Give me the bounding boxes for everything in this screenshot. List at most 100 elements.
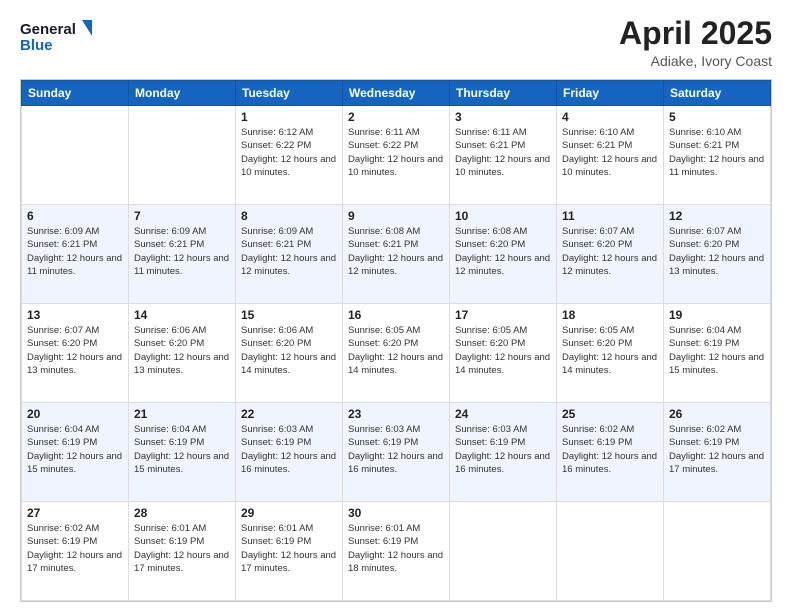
day-info: Sunrise: 6:01 AM Sunset: 6:19 PM Dayligh… bbox=[241, 522, 337, 575]
day-info: Sunrise: 6:04 AM Sunset: 6:19 PM Dayligh… bbox=[27, 423, 123, 476]
day-info: Sunrise: 6:01 AM Sunset: 6:19 PM Dayligh… bbox=[348, 522, 444, 575]
col-header-thursday: Thursday bbox=[450, 81, 557, 106]
calendar-cell bbox=[664, 502, 771, 601]
calendar-cell: 26 Sunrise: 6:02 AM Sunset: 6:19 PM Dayli… bbox=[664, 403, 771, 502]
calendar-cell: 2 Sunrise: 6:11 AM Sunset: 6:22 PM Daylig… bbox=[343, 106, 450, 205]
calendar-cell: 15 Sunrise: 6:06 AM Sunset: 6:20 PM Dayli… bbox=[236, 304, 343, 403]
day-info: Sunrise: 6:07 AM Sunset: 6:20 PM Dayligh… bbox=[562, 225, 658, 278]
day-info: Sunrise: 6:03 AM Sunset: 6:19 PM Dayligh… bbox=[241, 423, 337, 476]
logo-svg: General Blue bbox=[20, 16, 92, 58]
day-number: 20 bbox=[27, 407, 123, 421]
day-info: Sunrise: 6:08 AM Sunset: 6:21 PM Dayligh… bbox=[348, 225, 444, 278]
calendar-cell bbox=[129, 106, 236, 205]
day-number: 7 bbox=[134, 209, 230, 223]
day-info: Sunrise: 6:11 AM Sunset: 6:22 PM Dayligh… bbox=[348, 126, 444, 179]
calendar-cell bbox=[22, 106, 129, 205]
day-number: 28 bbox=[134, 506, 230, 520]
day-number: 26 bbox=[669, 407, 765, 421]
subtitle: Adiake, Ivory Coast bbox=[619, 53, 772, 69]
calendar-cell: 14 Sunrise: 6:06 AM Sunset: 6:20 PM Dayli… bbox=[129, 304, 236, 403]
calendar-cell: 8 Sunrise: 6:09 AM Sunset: 6:21 PM Daylig… bbox=[236, 205, 343, 304]
day-number: 29 bbox=[241, 506, 337, 520]
day-number: 22 bbox=[241, 407, 337, 421]
day-info: Sunrise: 6:02 AM Sunset: 6:19 PM Dayligh… bbox=[562, 423, 658, 476]
day-info: Sunrise: 6:03 AM Sunset: 6:19 PM Dayligh… bbox=[455, 423, 551, 476]
svg-text:Blue: Blue bbox=[20, 37, 53, 54]
day-number: 21 bbox=[134, 407, 230, 421]
col-header-monday: Monday bbox=[129, 81, 236, 106]
day-info: Sunrise: 6:09 AM Sunset: 6:21 PM Dayligh… bbox=[27, 225, 123, 278]
day-number: 16 bbox=[348, 308, 444, 322]
main-title: April 2025 bbox=[619, 16, 772, 51]
day-number: 15 bbox=[241, 308, 337, 322]
day-number: 4 bbox=[562, 110, 658, 124]
day-number: 12 bbox=[669, 209, 765, 223]
calendar-cell: 5 Sunrise: 6:10 AM Sunset: 6:21 PM Daylig… bbox=[664, 106, 771, 205]
calendar-cell: 21 Sunrise: 6:04 AM Sunset: 6:19 PM Dayli… bbox=[129, 403, 236, 502]
day-info: Sunrise: 6:01 AM Sunset: 6:19 PM Dayligh… bbox=[134, 522, 230, 575]
col-header-friday: Friday bbox=[557, 81, 664, 106]
day-info: Sunrise: 6:05 AM Sunset: 6:20 PM Dayligh… bbox=[348, 324, 444, 377]
page: General Blue April 2025 Adiake, Ivory Co… bbox=[0, 0, 792, 612]
day-number: 3 bbox=[455, 110, 551, 124]
calendar-cell: 27 Sunrise: 6:02 AM Sunset: 6:19 PM Dayli… bbox=[22, 502, 129, 601]
day-info: Sunrise: 6:03 AM Sunset: 6:19 PM Dayligh… bbox=[348, 423, 444, 476]
calendar-cell: 22 Sunrise: 6:03 AM Sunset: 6:19 PM Dayli… bbox=[236, 403, 343, 502]
calendar-cell: 29 Sunrise: 6:01 AM Sunset: 6:19 PM Dayli… bbox=[236, 502, 343, 601]
day-info: Sunrise: 6:04 AM Sunset: 6:19 PM Dayligh… bbox=[134, 423, 230, 476]
calendar-cell: 9Sunrise: 6:08 AM Sunset: 6:21 PM Daylig… bbox=[343, 205, 450, 304]
day-info: Sunrise: 6:08 AM Sunset: 6:20 PM Dayligh… bbox=[455, 225, 551, 278]
day-number: 5 bbox=[669, 110, 765, 124]
day-number: 23 bbox=[348, 407, 444, 421]
day-info: Sunrise: 6:06 AM Sunset: 6:20 PM Dayligh… bbox=[241, 324, 337, 377]
day-info: Sunrise: 6:02 AM Sunset: 6:19 PM Dayligh… bbox=[27, 522, 123, 575]
calendar-cell: 25 Sunrise: 6:02 AM Sunset: 6:19 PM Dayli… bbox=[557, 403, 664, 502]
day-number: 11 bbox=[562, 209, 658, 223]
calendar-cell: 11 Sunrise: 6:07 AM Sunset: 6:20 PM Dayli… bbox=[557, 205, 664, 304]
calendar-cell: 7Sunrise: 6:09 AM Sunset: 6:21 PM Daylig… bbox=[129, 205, 236, 304]
day-info: Sunrise: 6:10 AM Sunset: 6:21 PM Dayligh… bbox=[562, 126, 658, 179]
calendar: SundayMondayTuesdayWednesdayThursdayFrid… bbox=[20, 79, 772, 602]
calendar-cell bbox=[450, 502, 557, 601]
calendar-cell: 13Sunrise: 6:07 AM Sunset: 6:20 PM Dayli… bbox=[22, 304, 129, 403]
day-info: Sunrise: 6:04 AM Sunset: 6:19 PM Dayligh… bbox=[669, 324, 765, 377]
day-number: 1 bbox=[241, 110, 337, 124]
logo: General Blue bbox=[20, 16, 92, 58]
day-info: Sunrise: 6:07 AM Sunset: 6:20 PM Dayligh… bbox=[669, 225, 765, 278]
calendar-cell: 10 Sunrise: 6:08 AM Sunset: 6:20 PM Dayli… bbox=[450, 205, 557, 304]
day-number: 27 bbox=[27, 506, 123, 520]
calendar-cell: 28 Sunrise: 6:01 AM Sunset: 6:19 PM Dayli… bbox=[129, 502, 236, 601]
col-header-tuesday: Tuesday bbox=[236, 81, 343, 106]
col-header-sunday: Sunday bbox=[22, 81, 129, 106]
calendar-cell: 16 Sunrise: 6:05 AM Sunset: 6:20 PM Dayli… bbox=[343, 304, 450, 403]
day-number: 25 bbox=[562, 407, 658, 421]
calendar-cell bbox=[557, 502, 664, 601]
day-info: Sunrise: 6:11 AM Sunset: 6:21 PM Dayligh… bbox=[455, 126, 551, 179]
day-info: Sunrise: 6:06 AM Sunset: 6:20 PM Dayligh… bbox=[134, 324, 230, 377]
day-number: 8 bbox=[241, 209, 337, 223]
day-number: 17 bbox=[455, 308, 551, 322]
day-info: Sunrise: 6:09 AM Sunset: 6:21 PM Dayligh… bbox=[241, 225, 337, 278]
header: General Blue April 2025 Adiake, Ivory Co… bbox=[20, 16, 772, 69]
calendar-cell: 18Sunrise: 6:05 AM Sunset: 6:20 PM Dayli… bbox=[557, 304, 664, 403]
svg-text:General: General bbox=[20, 21, 76, 38]
day-number: 2 bbox=[348, 110, 444, 124]
day-info: Sunrise: 6:10 AM Sunset: 6:21 PM Dayligh… bbox=[669, 126, 765, 179]
calendar-cell: 17 Sunrise: 6:05 AM Sunset: 6:20 PM Dayli… bbox=[450, 304, 557, 403]
day-info: Sunrise: 6:05 AM Sunset: 6:20 PM Dayligh… bbox=[455, 324, 551, 377]
day-info: Sunrise: 6:07 AM Sunset: 6:20 PM Dayligh… bbox=[27, 324, 123, 377]
calendar-cell: 20 Sunrise: 6:04 AM Sunset: 6:19 PM Dayli… bbox=[22, 403, 129, 502]
day-number: 30 bbox=[348, 506, 444, 520]
calendar-cell: 24Sunrise: 6:03 AM Sunset: 6:19 PM Dayli… bbox=[450, 403, 557, 502]
col-header-wednesday: Wednesday bbox=[343, 81, 450, 106]
day-info: Sunrise: 6:02 AM Sunset: 6:19 PM Dayligh… bbox=[669, 423, 765, 476]
day-number: 18 bbox=[562, 308, 658, 322]
calendar-cell: 3 Sunrise: 6:11 AM Sunset: 6:21 PM Daylig… bbox=[450, 106, 557, 205]
calendar-cell: 6 Sunrise: 6:09 AM Sunset: 6:21 PM Daylig… bbox=[22, 205, 129, 304]
day-number: 6 bbox=[27, 209, 123, 223]
day-number: 14 bbox=[134, 308, 230, 322]
day-number: 10 bbox=[455, 209, 551, 223]
calendar-cell: 4 Sunrise: 6:10 AM Sunset: 6:21 PM Daylig… bbox=[557, 106, 664, 205]
calendar-cell: 30 Sunrise: 6:01 AM Sunset: 6:19 PM Dayli… bbox=[343, 502, 450, 601]
calendar-cell: 23 Sunrise: 6:03 AM Sunset: 6:19 PM Dayli… bbox=[343, 403, 450, 502]
